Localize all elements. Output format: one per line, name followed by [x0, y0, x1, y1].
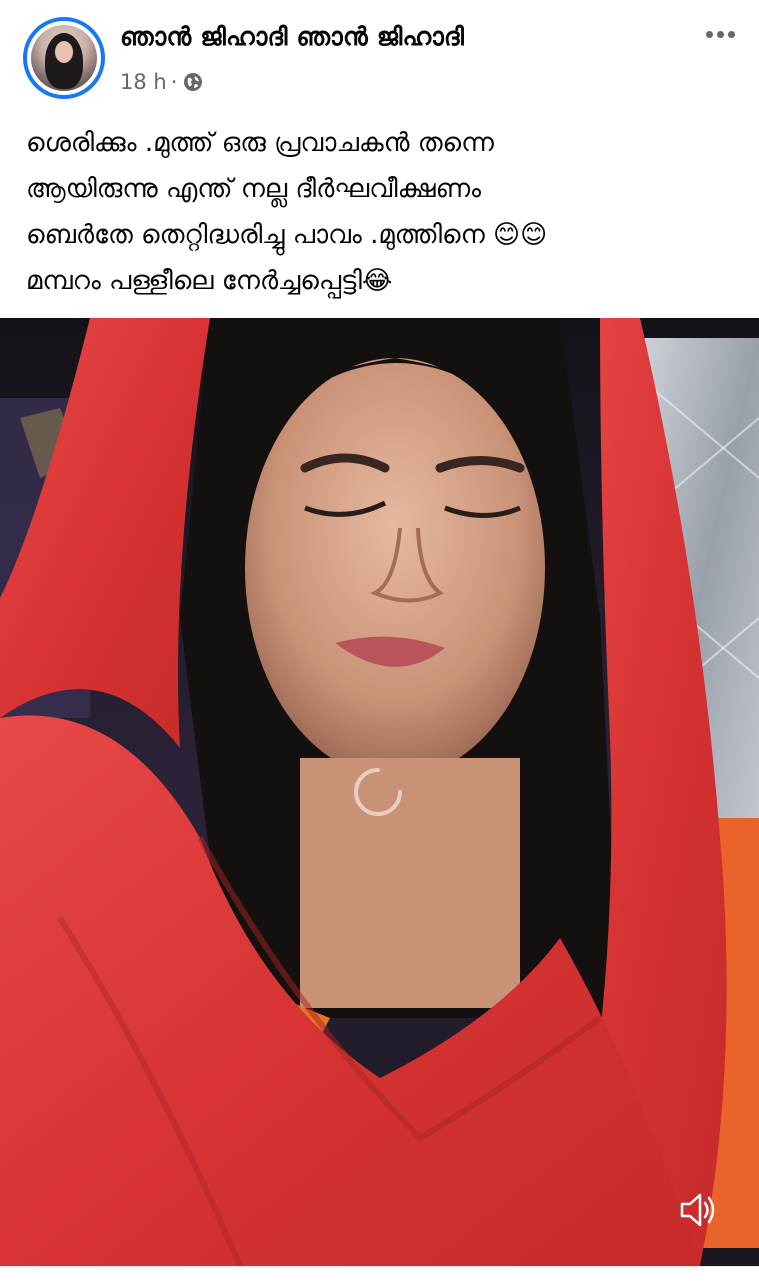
author-name[interactable]: ഞാൻ ജിഹാദി ഞാൻ ജിഹാദി — [120, 22, 464, 52]
speaker-icon[interactable] — [676, 1188, 720, 1232]
globe-icon[interactable] — [183, 72, 203, 92]
more-options-icon[interactable] — [700, 22, 740, 46]
profile-avatar[interactable] — [23, 17, 105, 99]
post-time[interactable]: 18 h — [120, 70, 167, 94]
post-header: ഞാൻ ജിഹാദി ഞാൻ ജിഹാദി 18 h · — [0, 0, 759, 110]
post-text: ശെരിക്കും .മുത്ത് ഒരു പ്രവാചകൻ തന്നെ ആയി… — [26, 128, 548, 296]
video-player[interactable] — [0, 318, 759, 1266]
avatar-photo — [31, 25, 97, 91]
post-footer-edge — [0, 1266, 759, 1281]
meta-separator: · — [170, 70, 178, 94]
loading-spinner-icon — [354, 768, 402, 816]
post-meta: 18 h · — [120, 70, 203, 94]
